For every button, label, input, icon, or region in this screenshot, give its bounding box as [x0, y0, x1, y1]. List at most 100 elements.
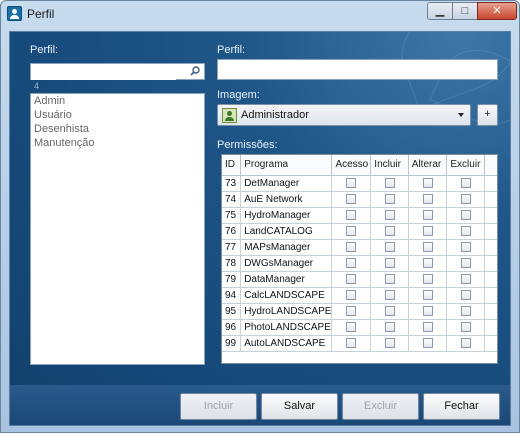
cell-excluir: [446, 175, 486, 192]
excluir-checkbox[interactable]: [460, 225, 471, 236]
excluir-checkbox[interactable]: [460, 177, 471, 188]
acesso-checkbox[interactable]: [346, 321, 357, 332]
acesso-checkbox[interactable]: [346, 225, 357, 236]
list-item[interactable]: Manutenção: [31, 136, 204, 150]
incluir-checkbox[interactable]: [384, 289, 395, 300]
acesso-checkbox[interactable]: [346, 289, 357, 300]
incluir-checkbox[interactable]: [384, 209, 395, 220]
perfil-list[interactable]: Admin Usuário Desenhista Manutenção: [30, 93, 205, 365]
alterar-checkbox[interactable]: [422, 273, 433, 284]
cell-excluir: [446, 191, 486, 208]
acesso-checkbox[interactable]: [346, 241, 357, 252]
alterar-checkbox[interactable]: [422, 257, 433, 268]
alterar-checkbox[interactable]: [422, 241, 433, 252]
table-row[interactable]: 77 MAPsManager: [222, 239, 497, 256]
cell-acesso: [331, 335, 372, 352]
row-programa: MAPsManager: [240, 239, 333, 256]
excluir-checkbox[interactable]: [460, 321, 471, 332]
row-id: 76: [222, 223, 242, 240]
cell-acesso: [331, 223, 372, 240]
excluir-checkbox[interactable]: [460, 193, 471, 204]
incluir-checkbox[interactable]: [384, 273, 395, 284]
incluir-checkbox[interactable]: [384, 225, 395, 236]
acesso-checkbox[interactable]: [346, 193, 357, 204]
incluir-checkbox[interactable]: [384, 177, 395, 188]
incluir-checkbox[interactable]: [384, 321, 395, 332]
acesso-checkbox[interactable]: [346, 209, 357, 220]
list-item[interactable]: Admin: [31, 94, 204, 108]
minimize-button[interactable]: ▁: [427, 2, 453, 20]
table-row[interactable]: 78 DWGsManager: [222, 255, 497, 272]
cell-alterar: [408, 207, 448, 224]
cell-incluir: [370, 303, 409, 320]
search-input[interactable]: [31, 64, 176, 80]
close-button[interactable]: ✕: [477, 2, 517, 20]
table-row[interactable]: 76 LandCATALOG: [222, 223, 497, 240]
cell-incluir: [370, 223, 409, 240]
excluir-checkbox[interactable]: [460, 241, 471, 252]
perfil-name-field[interactable]: [217, 59, 498, 80]
col-header-id[interactable]: ID: [222, 155, 242, 176]
alterar-checkbox[interactable]: [422, 193, 433, 204]
list-item[interactable]: Usuário: [31, 108, 204, 122]
col-header-programa[interactable]: Programa: [240, 155, 333, 176]
search-icon[interactable]: [190, 66, 200, 76]
add-image-button[interactable]: +: [477, 104, 498, 126]
search-box[interactable]: [30, 63, 205, 80]
incluir-checkbox[interactable]: [384, 241, 395, 252]
cell-acesso: [331, 207, 372, 224]
acesso-checkbox[interactable]: [346, 177, 357, 188]
table-row[interactable]: 96 PhotoLANDSCAPE: [222, 319, 497, 336]
alterar-checkbox[interactable]: [422, 337, 433, 348]
alterar-checkbox[interactable]: [422, 225, 433, 236]
cell-excluir: [446, 207, 486, 224]
acesso-checkbox[interactable]: [346, 273, 357, 284]
incluir-button[interactable]: Incluir: [180, 393, 257, 420]
table-row[interactable]: 94 CalcLANDSCAPE: [222, 287, 497, 304]
table-row[interactable]: 73 DetManager: [222, 175, 497, 192]
cell-excluir: [446, 271, 486, 288]
excluir-checkbox[interactable]: [460, 337, 471, 348]
alterar-checkbox[interactable]: [422, 177, 433, 188]
row-programa: AuE Network: [240, 191, 333, 208]
excluir-checkbox[interactable]: [460, 289, 471, 300]
alterar-checkbox[interactable]: [422, 321, 433, 332]
row-id: 79: [222, 271, 242, 288]
excluir-button[interactable]: Excluir: [342, 393, 419, 420]
alterar-checkbox[interactable]: [422, 209, 433, 220]
table-row[interactable]: 75 HydroManager: [222, 207, 497, 224]
table-row[interactable]: 74 AuE Network: [222, 191, 497, 208]
excluir-checkbox[interactable]: [460, 305, 471, 316]
fechar-button[interactable]: Fechar: [423, 393, 500, 420]
excluir-checkbox[interactable]: [460, 209, 471, 220]
incluir-checkbox[interactable]: [384, 305, 395, 316]
table-row[interactable]: 95 HydroLANDSCAPE: [222, 303, 497, 320]
acesso-checkbox[interactable]: [346, 305, 357, 316]
table-header-row: ID Programa Acesso Incluir Alterar Exclu…: [222, 155, 497, 176]
titlebar[interactable]: Perfil ▁ □ ✕: [1, 1, 519, 27]
alterar-checkbox[interactable]: [422, 289, 433, 300]
imagem-select[interactable]: Administrador: [217, 104, 471, 126]
col-header-alterar[interactable]: Alterar: [408, 155, 448, 176]
incluir-checkbox[interactable]: [384, 193, 395, 204]
col-header-incluir[interactable]: Incluir: [370, 155, 409, 176]
acesso-checkbox[interactable]: [346, 257, 357, 268]
incluir-checkbox[interactable]: [384, 257, 395, 268]
excluir-checkbox[interactable]: [460, 257, 471, 268]
salvar-button[interactable]: Salvar: [261, 393, 338, 420]
acesso-checkbox[interactable]: [346, 337, 357, 348]
col-header-excluir[interactable]: Excluir: [446, 155, 486, 176]
excluir-checkbox[interactable]: [460, 273, 471, 284]
row-filler: [484, 303, 497, 320]
cell-alterar: [408, 335, 448, 352]
list-item[interactable]: Desenhista: [31, 122, 204, 136]
chevron-down-icon[interactable]: [458, 113, 464, 117]
maximize-button[interactable]: □: [452, 2, 478, 20]
client-area: Perfil: 4 Admin Usuário Desenhista Manut…: [9, 31, 511, 426]
col-header-acesso[interactable]: Acesso: [331, 155, 372, 176]
cell-incluir: [370, 191, 409, 208]
table-row[interactable]: 99 AutoLANDSCAPE: [222, 335, 497, 352]
table-row[interactable]: 79 DataManager: [222, 271, 497, 288]
incluir-checkbox[interactable]: [384, 337, 395, 348]
alterar-checkbox[interactable]: [422, 305, 433, 316]
